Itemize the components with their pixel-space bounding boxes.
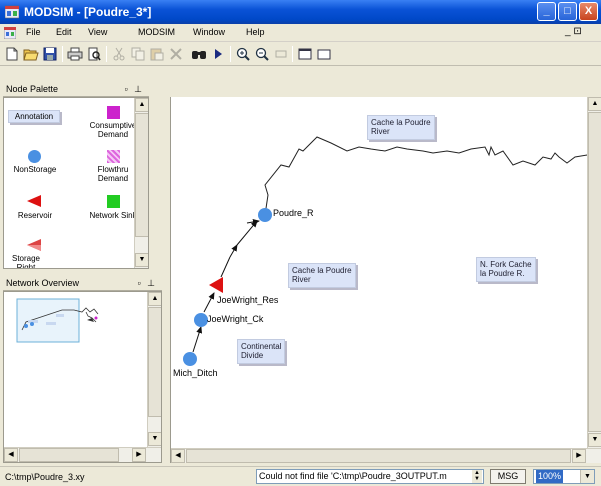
overview-minimap[interactable]	[4, 292, 144, 352]
annotation-cache-river-mid[interactable]: Cache la Poudre River	[288, 263, 356, 288]
scroll-thumb[interactable]	[186, 449, 571, 463]
scroll-right-icon[interactable]: ▶	[132, 448, 146, 462]
document-icon[interactable]	[4, 27, 16, 39]
chevron-down-icon[interactable]: ▼	[580, 470, 594, 483]
scroll-down-icon[interactable]: ▼	[588, 433, 601, 447]
node-palette: Annotation Consumptive Demand NonStorage…	[3, 97, 149, 269]
zoom-select[interactable]: 100% ▼	[533, 469, 595, 484]
network-sink-icon[interactable]	[107, 195, 120, 208]
annotation-north-fork[interactable]: N. Fork Cache la Poudre R.	[476, 257, 536, 282]
palette-scrollbar[interactable]: ▲ ▼	[134, 98, 148, 268]
view-icon[interactable]	[296, 45, 314, 63]
node-label-joewright-res: JoeWright_Res	[217, 295, 279, 305]
find-icon[interactable]	[190, 45, 208, 63]
toolbar-separator	[106, 46, 107, 62]
toolbar-separator	[230, 46, 231, 62]
menu-file[interactable]: File	[26, 27, 41, 37]
reservoir-icon[interactable]	[26, 194, 42, 208]
network-overview-title: Network Overview	[6, 278, 80, 288]
pin-icon[interactable]: ▫ ⊥	[137, 276, 157, 290]
scroll-left-icon[interactable]: ◀	[171, 449, 185, 463]
overview-hscrollbar[interactable]: ◀ ▶	[4, 447, 161, 462]
menu-modsim[interactable]: MODSIM	[138, 27, 175, 37]
overview-vscrollbar[interactable]: ▲ ▼	[147, 292, 161, 447]
copy-icon[interactable]	[129, 45, 147, 63]
scroll-thumb[interactable]	[588, 112, 601, 432]
window-icon[interactable]	[315, 45, 333, 63]
title-bar: MODSIM - [Poudre_3*] _ □ X	[0, 0, 601, 24]
mdi-restore-controls[interactable]: _ ⊡	[565, 26, 582, 37]
window-title: MODSIM - [Poudre_3*]	[24, 5, 152, 19]
annotation-cache-river-top[interactable]: Cache la Poudre River	[367, 115, 435, 140]
save-icon[interactable]	[41, 45, 59, 63]
storage-right-label: Storage Right	[11, 254, 41, 269]
status-file-path: C:\tmp\Poudre_3.xy	[5, 472, 85, 482]
run-icon[interactable]	[209, 45, 227, 63]
new-icon[interactable]	[3, 45, 21, 63]
node-label-joewright-ck: JoeWright_Ck	[207, 314, 264, 324]
zoom-in-icon[interactable]	[234, 45, 252, 63]
node-label-mich-ditch: Mich_Ditch	[173, 368, 218, 378]
scroll-up-icon[interactable]: ▲	[135, 98, 148, 112]
nonstorage-icon[interactable]	[28, 150, 41, 163]
scroll-thumb[interactable]	[19, 448, 119, 462]
node-mich-ditch[interactable]	[183, 352, 197, 366]
zoom-out-icon[interactable]	[253, 45, 271, 63]
status-bar: C:\tmp\Poudre_3.xy Could not find file '…	[0, 466, 601, 486]
network-overview-header: Network Overview ▫ ⊥	[3, 276, 162, 291]
reservoir-label: Reservoir	[17, 211, 53, 220]
maximize-button[interactable]: □	[558, 2, 577, 21]
spin-icon[interactable]: ▲ ▼	[472, 470, 482, 483]
menu-window[interactable]: Window	[193, 27, 225, 37]
annotation-continental-divide[interactable]: Continental Divide	[237, 339, 286, 364]
menu-edit[interactable]: Edit	[56, 27, 72, 37]
minimize-button[interactable]: _	[537, 2, 556, 21]
toolbar	[0, 42, 601, 66]
scroll-down-icon[interactable]: ▼	[135, 253, 148, 267]
consumptive-demand-icon[interactable]	[107, 106, 120, 119]
scroll-up-icon[interactable]: ▲	[148, 292, 161, 306]
scroll-down-icon[interactable]: ▼	[148, 432, 161, 446]
annotation-label: Annotation	[14, 112, 54, 121]
node-palette-header: Node Palette ▫ ⊥	[3, 82, 149, 97]
scroll-up-icon[interactable]: ▲	[588, 97, 601, 111]
zoom-value: 100%	[536, 470, 564, 483]
cut-icon[interactable]	[110, 45, 128, 63]
network-canvas[interactable]: Cache la Poudre River Cache la Poudre Ri…	[170, 97, 601, 463]
menu-view[interactable]: View	[88, 27, 107, 37]
delete-icon[interactable]	[167, 45, 185, 63]
paste-icon[interactable]	[148, 45, 166, 63]
scroll-left-icon[interactable]: ◀	[4, 448, 18, 462]
scroll-right-icon[interactable]: ▶	[572, 449, 586, 463]
menu-help[interactable]: Help	[246, 27, 265, 37]
print-icon[interactable]	[66, 45, 84, 63]
menu-bar: File Edit View MODSIM Window Help _ ⊡	[0, 24, 601, 42]
undo-icon[interactable]	[272, 45, 290, 63]
pin-icon[interactable]: ▫ ⊥	[124, 82, 144, 96]
storage-right-icon[interactable]	[26, 238, 42, 252]
node-joewright-ck[interactable]	[194, 313, 208, 327]
scroll-thumb[interactable]	[148, 307, 161, 417]
node-poudre-r[interactable]	[258, 208, 272, 222]
msg-button[interactable]: MSG	[490, 469, 526, 484]
app-icon	[5, 5, 19, 19]
scroll-thumb[interactable]	[135, 113, 148, 237]
node-label-poudre-r: Poudre_R	[273, 208, 314, 218]
toolbar-separator	[292, 46, 293, 62]
node-joewright-res[interactable]	[209, 277, 223, 293]
flowthru-demand-icon[interactable]	[107, 150, 120, 163]
network-links	[183, 136, 601, 366]
print-preview-icon[interactable]	[85, 45, 103, 63]
canvas-vscrollbar[interactable]: ▲ ▼	[587, 97, 601, 448]
status-message: Could not find file 'C:\tmp\Poudre_3OUTP…	[256, 469, 484, 484]
canvas-hscrollbar[interactable]: ◀ ▶	[171, 448, 601, 463]
node-palette-title: Node Palette	[6, 84, 59, 94]
network-overview: ▲ ▼ ◀ ▶	[3, 291, 162, 463]
nonstorage-label: NonStorage	[13, 165, 57, 174]
close-button[interactable]: X	[579, 2, 598, 21]
toolbar-separator	[62, 46, 63, 62]
open-icon[interactable]	[22, 45, 40, 63]
